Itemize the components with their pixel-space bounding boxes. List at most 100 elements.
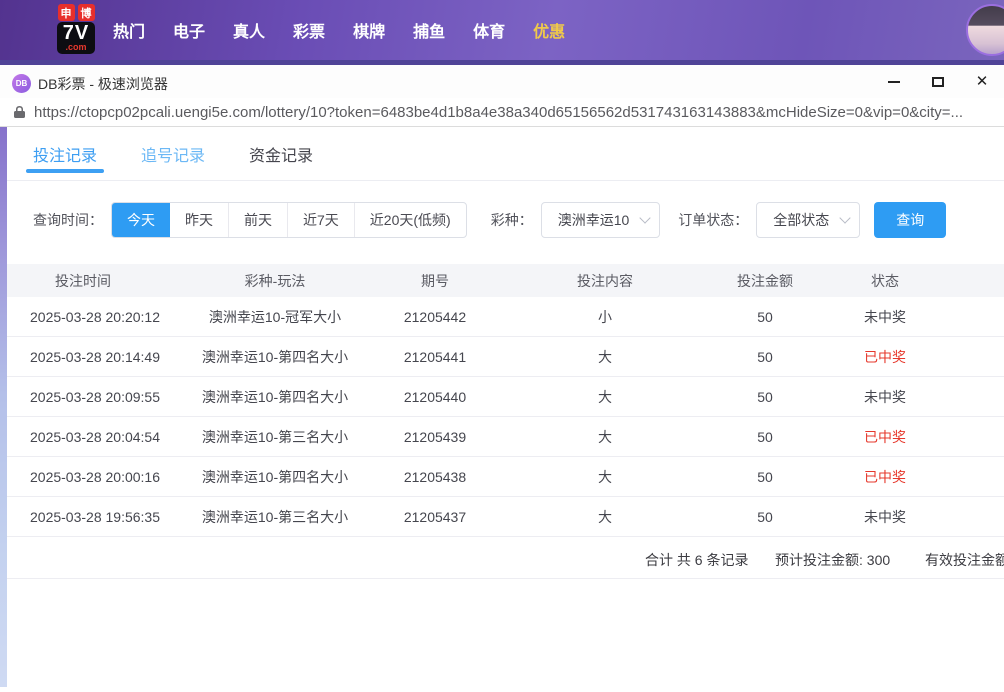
status-filter-label: 订单状态：: [678, 212, 749, 228]
browser-app-icon: DB: [12, 74, 31, 93]
time-option-20days[interactable]: 近20天(低频): [353, 203, 466, 237]
url-bar[interactable]: https://ctopcp02pcali.uengi5e.com/lotter…: [0, 98, 1004, 127]
tab-bet-records[interactable]: 投注记录: [25, 142, 105, 173]
cell-game: 澳洲幸运10-第三名大小: [201, 508, 349, 525]
records-panel: 投注记录 追号记录 资金记录 查询时间： 今天 昨天 前天 近7天 近20天(低…: [7, 127, 1004, 687]
cell-game: 澳洲幸运10-第三名大小: [201, 428, 349, 445]
time-range-group: 今天 昨天 前天 近7天 近20天(低频): [111, 202, 467, 238]
cell-bet-time: 2025-03-28 20:00:16: [30, 468, 160, 485]
minimize-button[interactable]: [872, 65, 916, 98]
cell-game: 澳洲幸运10-冠军大小: [208, 308, 342, 325]
time-option-daybefore[interactable]: 前天: [228, 203, 287, 237]
main-nav: 热门 电子 真人 彩票 棋牌 捕鱼 体育 优惠: [113, 0, 565, 60]
nav-item-lottery[interactable]: 彩票: [293, 18, 325, 42]
bet-records-table: 投注时间 彩种-玩法 期号 投注内容 投注金额 状态 2025-03-28 20…: [7, 264, 1004, 579]
cell-content: 大: [598, 388, 612, 405]
cell-bet-time: 2025-03-28 20:20:12: [30, 308, 160, 325]
footer-valid-amount: 有效投注金额: [925, 552, 1004, 568]
lottery-select[interactable]: 澳洲幸运10: [540, 202, 661, 238]
record-tabs: 投注记录 追号记录 资金记录: [7, 127, 1004, 181]
table-row: 2025-03-28 20:20:12 澳洲幸运10-冠军大小 21205442…: [7, 297, 1004, 337]
col-header-status: 状态: [871, 272, 899, 289]
chevron-down-icon: [639, 212, 651, 224]
footer-expected-amount: 预计投注金额: 300: [775, 552, 891, 568]
cell-bet-time: 2025-03-28 20:14:49: [30, 348, 160, 365]
user-avatar[interactable]: [966, 4, 1004, 56]
cell-amount: 50: [757, 308, 773, 325]
logo-badge-1: 申: [57, 4, 75, 21]
cell-content: 大: [598, 428, 612, 445]
cell-status: 已中奖: [864, 428, 906, 445]
logo-suffix-text: .com: [65, 42, 87, 52]
col-header-issue: 期号: [421, 272, 449, 289]
logo-badges: 申 博: [57, 4, 95, 21]
time-option-7days[interactable]: 近7天: [287, 203, 354, 237]
nav-item-cards[interactable]: 棋牌: [353, 18, 385, 42]
lottery-filter-label: 彩种：: [490, 212, 533, 228]
close-icon: ✕: [975, 73, 989, 90]
col-header-amount: 投注金额: [737, 272, 793, 289]
table-row: 2025-03-28 20:09:55 澳洲幸运10-第四名大小 2120544…: [7, 377, 1004, 417]
nav-item-promos[interactable]: 优惠: [533, 18, 565, 42]
cell-status: 未中奖: [864, 308, 906, 325]
left-gradient-strip: [0, 127, 7, 687]
cell-content: 大: [598, 508, 612, 525]
table-row: 2025-03-28 20:04:54 澳洲幸运10-第三名大小 2120543…: [7, 417, 1004, 457]
site-logo[interactable]: 申 博 7V .com: [45, 4, 107, 54]
logo-badge-2: 博: [77, 4, 95, 21]
cell-amount: 50: [757, 468, 773, 485]
col-header-time: 投注时间: [55, 272, 111, 289]
query-button[interactable]: 查询: [874, 202, 947, 238]
window-controls: ✕: [872, 65, 1004, 98]
site-topbar: 申 博 7V .com 热门 电子 真人 彩票 棋牌 捕鱼 体育 优惠: [0, 0, 1004, 60]
logo-main-text: 7V: [62, 22, 90, 44]
cell-bet-time: 2025-03-28 20:09:55: [30, 388, 160, 405]
maximize-icon: [932, 76, 944, 87]
cell-game: 澳洲幸运10-第四名大小: [201, 388, 349, 405]
cell-amount: 50: [757, 508, 773, 525]
table-row: 2025-03-28 19:56:35 澳洲幸运10-第三名大小 2120543…: [7, 497, 1004, 537]
cell-bet-time: 2025-03-28 20:04:54: [30, 428, 160, 445]
footer-total-records: 合计 共 6 条记录: [645, 552, 749, 568]
table-header-row: 投注时间 彩种-玩法 期号 投注内容 投注金额 状态: [7, 264, 1004, 297]
cell-issue: 21205438: [403, 468, 467, 485]
tab-chase-records[interactable]: 追号记录: [141, 142, 205, 166]
cell-content: 大: [598, 348, 612, 365]
logo-box: 7V .com: [56, 22, 96, 54]
cell-issue: 21205437: [403, 508, 467, 525]
nav-item-slots[interactable]: 电子: [173, 18, 205, 42]
cell-status: 已中奖: [864, 468, 906, 485]
lottery-select-value: 澳洲幸运10: [557, 212, 630, 228]
cell-game: 澳洲幸运10-第四名大小: [201, 348, 349, 365]
lock-icon: [14, 105, 25, 119]
cell-issue: 21205439: [403, 428, 467, 445]
browser-window: DB DB彩票 - 极速浏览器 ✕ https://ctopcp02pcali.…: [0, 60, 1004, 692]
nav-item-live[interactable]: 真人: [233, 18, 265, 42]
time-filter-label: 查询时间：: [33, 212, 103, 228]
nav-item-sports[interactable]: 体育: [473, 18, 505, 42]
cell-game: 澳洲幸运10-第四名大小: [201, 468, 349, 485]
time-option-yesterday[interactable]: 昨天: [170, 203, 228, 237]
table-footer: 合计 共 6 条记录 预计投注金额: 300 有效投注金额: [7, 537, 1004, 579]
close-button[interactable]: ✕: [960, 65, 1004, 98]
cell-amount: 50: [757, 428, 773, 445]
page-content: 投注记录 追号记录 资金记录 查询时间： 今天 昨天 前天 近7天 近20天(低…: [0, 127, 1004, 687]
window-title: DB彩票 - 极速浏览器: [38, 76, 168, 92]
cell-amount: 50: [757, 348, 773, 365]
nav-item-fishing[interactable]: 捕鱼: [413, 18, 445, 42]
maximize-button[interactable]: [916, 65, 960, 98]
cell-amount: 50: [757, 388, 773, 405]
table-row: 2025-03-28 20:00:16 澳洲幸运10-第四名大小 2120543…: [7, 457, 1004, 497]
tab-fund-records[interactable]: 资金记录: [249, 142, 313, 166]
cell-bet-time: 2025-03-28 19:56:35: [30, 508, 160, 525]
col-header-content: 投注内容: [577, 272, 633, 289]
order-status-select[interactable]: 全部状态: [756, 202, 861, 238]
time-option-today[interactable]: 今天: [112, 203, 170, 237]
filter-bar: 查询时间： 今天 昨天 前天 近7天 近20天(低频) 彩种： 澳洲幸运10 订…: [33, 202, 1004, 238]
cell-issue: 21205441: [403, 348, 467, 365]
cell-issue: 21205440: [403, 388, 467, 405]
order-status-value: 全部状态: [773, 212, 830, 228]
nav-item-hot[interactable]: 热门: [113, 18, 145, 42]
chevron-down-icon: [839, 212, 851, 224]
cell-issue: 21205442: [403, 308, 467, 325]
